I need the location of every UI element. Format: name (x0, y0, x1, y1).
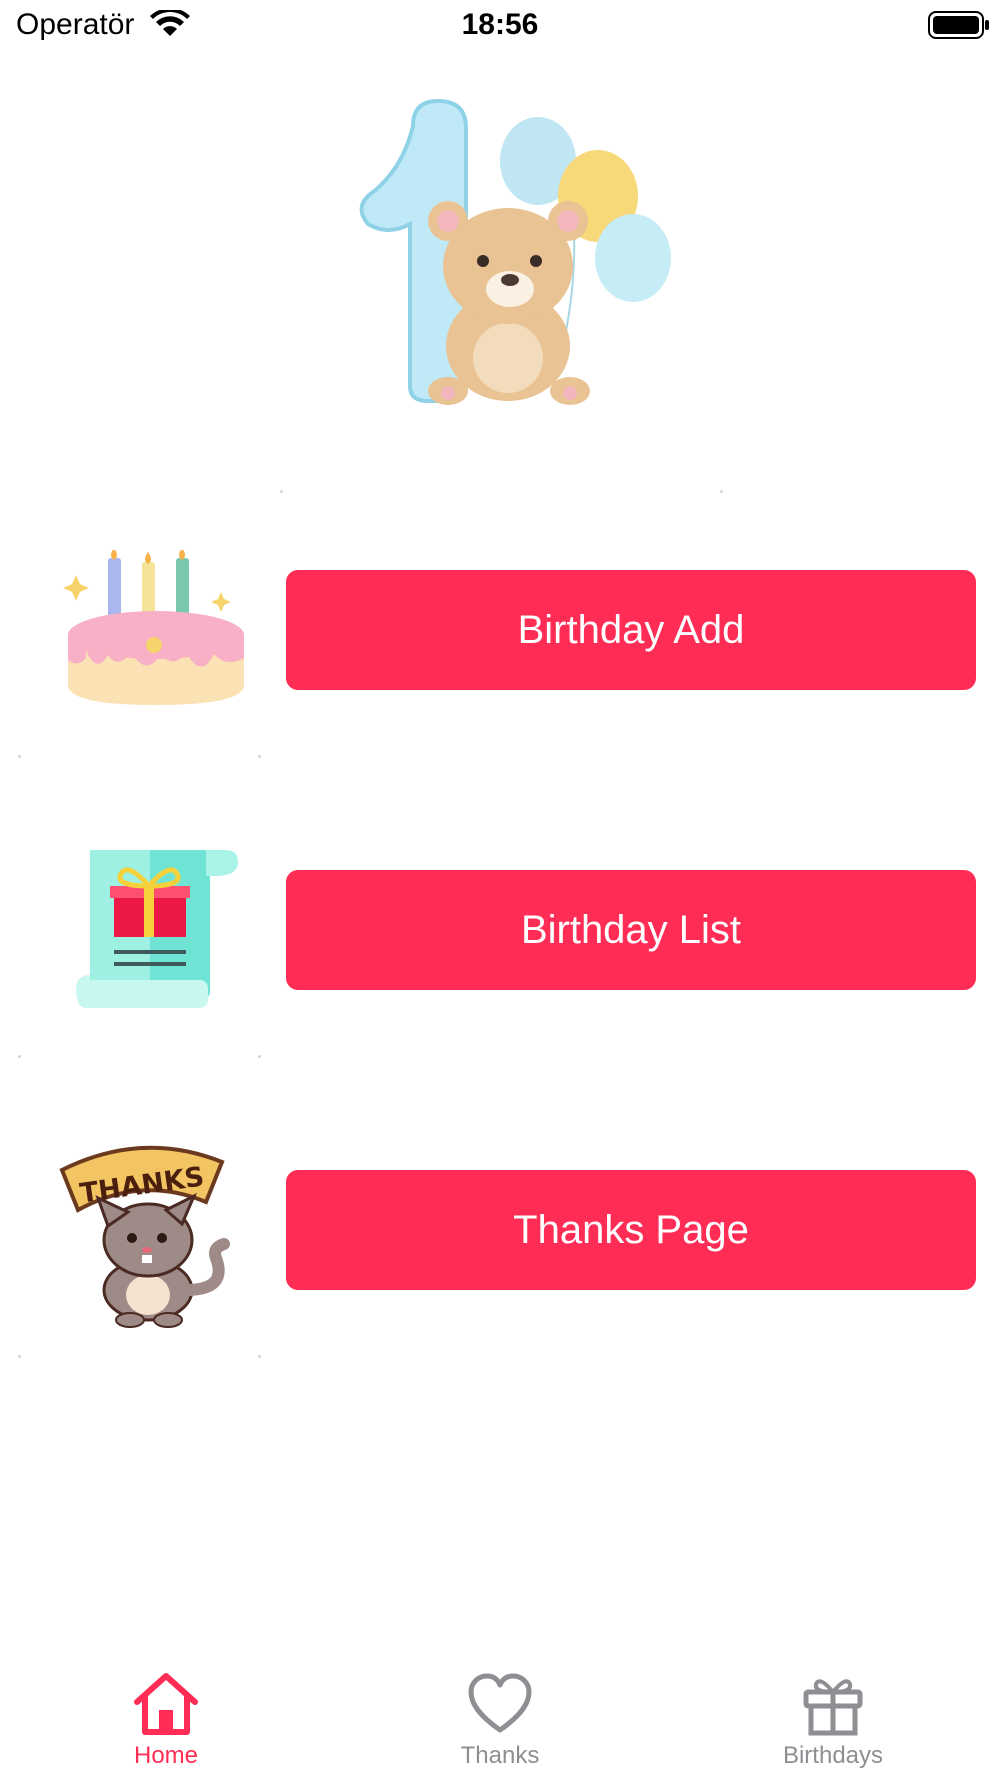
separator-dot (258, 1055, 261, 1058)
thanks-cat-image: THANKS (59, 1145, 230, 1328)
clock-label: 18:56 (461, 8, 539, 41)
hero-bear-balloons-image (359, 98, 671, 405)
separator-dot (258, 1355, 261, 1358)
tab-thanks[interactable]: Thanks (400, 1660, 600, 1778)
house-icon (134, 1673, 198, 1735)
separator-dot (18, 1355, 21, 1358)
birthday-list-button[interactable]: Birthday List (286, 870, 976, 990)
separator-dot (258, 755, 261, 758)
separator-dot (18, 1055, 21, 1058)
gift-icon (803, 1679, 863, 1736)
tab-birthdays[interactable]: Birthdays (733, 1660, 933, 1778)
thanks-page-button[interactable]: Thanks Page (286, 1170, 976, 1290)
tab-home[interactable]: Home (66, 1660, 266, 1778)
birthday-add-button[interactable]: Birthday Add (286, 570, 976, 690)
tab-bar: Home Thanks Birthdays (0, 1660, 1000, 1778)
gift-card-scroll-image (76, 850, 238, 1008)
heart-icon (468, 1673, 532, 1733)
battery-icon (928, 11, 989, 39)
birthday-cake-image (63, 550, 244, 705)
separator-dot (18, 755, 21, 758)
separator-dot (280, 490, 283, 493)
menu-row-birthday-list: Birthday List (0, 850, 1000, 1010)
tab-thanks-label: Thanks (460, 1742, 540, 1769)
menu-row-thanks-page: THANKS Thanks Page (0, 1145, 1000, 1328)
tab-home-label: Home (133, 1742, 199, 1769)
status-bar: Operatör 18:56 (0, 0, 1000, 50)
separator-dot (720, 490, 723, 493)
menu-row-birthday-add: Birthday Add (0, 550, 1000, 710)
tab-birthdays-label: Birthdays (782, 1742, 884, 1769)
